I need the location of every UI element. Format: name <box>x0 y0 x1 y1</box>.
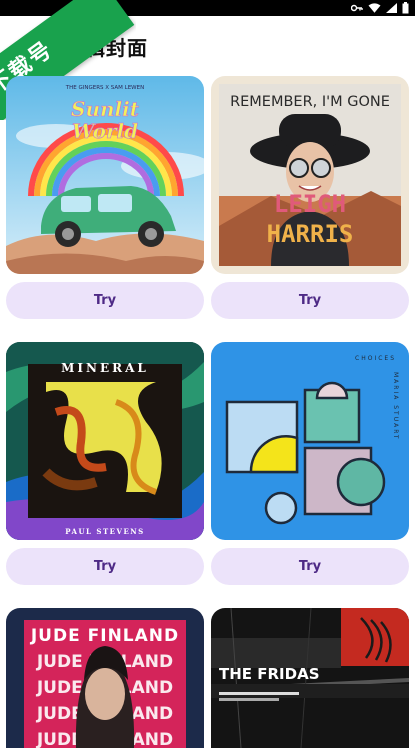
battery-icon <box>402 2 409 14</box>
try-button-2[interactable]: Try <box>211 282 409 319</box>
key-icon <box>351 3 363 13</box>
cover-title-line1: Sunlit <box>71 97 140 121</box>
album-cover-jude-finland[interactable]: JUDE FINLAND JUDE FINLAND JUDE FINLAND J… <box>6 608 204 748</box>
cover-title-line2: World <box>72 119 138 143</box>
album-cover-sunlit-world[interactable]: THE GINGERS X SAM LEWEN Sunlit World <box>6 76 204 274</box>
cover-title: CHOICES <box>355 355 396 362</box>
signal-icon <box>386 3 397 13</box>
cover-title: THE FRIDAS <box>219 665 320 683</box>
page-title: 专辑封面 <box>64 36 148 60</box>
cover-title: MINERAL <box>61 361 149 375</box>
cover-artist-line1: LEIGH <box>274 190 346 218</box>
cover-title: JUDE FINLAND <box>30 626 179 646</box>
cover-artist: MARIA STUART <box>392 372 399 441</box>
try-button-3[interactable]: Try <box>6 548 204 585</box>
cover-title-line1: REMEMBER, I'M GONE <box>230 94 390 110</box>
app-bar <box>0 16 415 70</box>
try-button-4[interactable]: Try <box>211 548 409 585</box>
try-button-1[interactable]: Try <box>6 282 204 319</box>
status-bar <box>0 0 415 16</box>
album-cover-leigh-harris[interactable]: REMEMBER, I'M GONE LEIGH HARRIS <box>211 76 409 274</box>
album-cover-the-fridas[interactable]: THE FRIDAS <box>211 608 409 748</box>
album-cover-mineral[interactable]: MINERAL PAUL STEVENS <box>6 342 204 540</box>
wifi-icon <box>368 3 381 13</box>
album-cover-choices[interactable]: CHOICES MARIA STUART <box>211 342 409 540</box>
cover-artist: PAUL STEVENS <box>65 527 144 536</box>
cover-artist-line2: HARRIS <box>267 220 354 248</box>
cover-credit-text: THE GINGERS X SAM LEWEN <box>65 85 144 91</box>
